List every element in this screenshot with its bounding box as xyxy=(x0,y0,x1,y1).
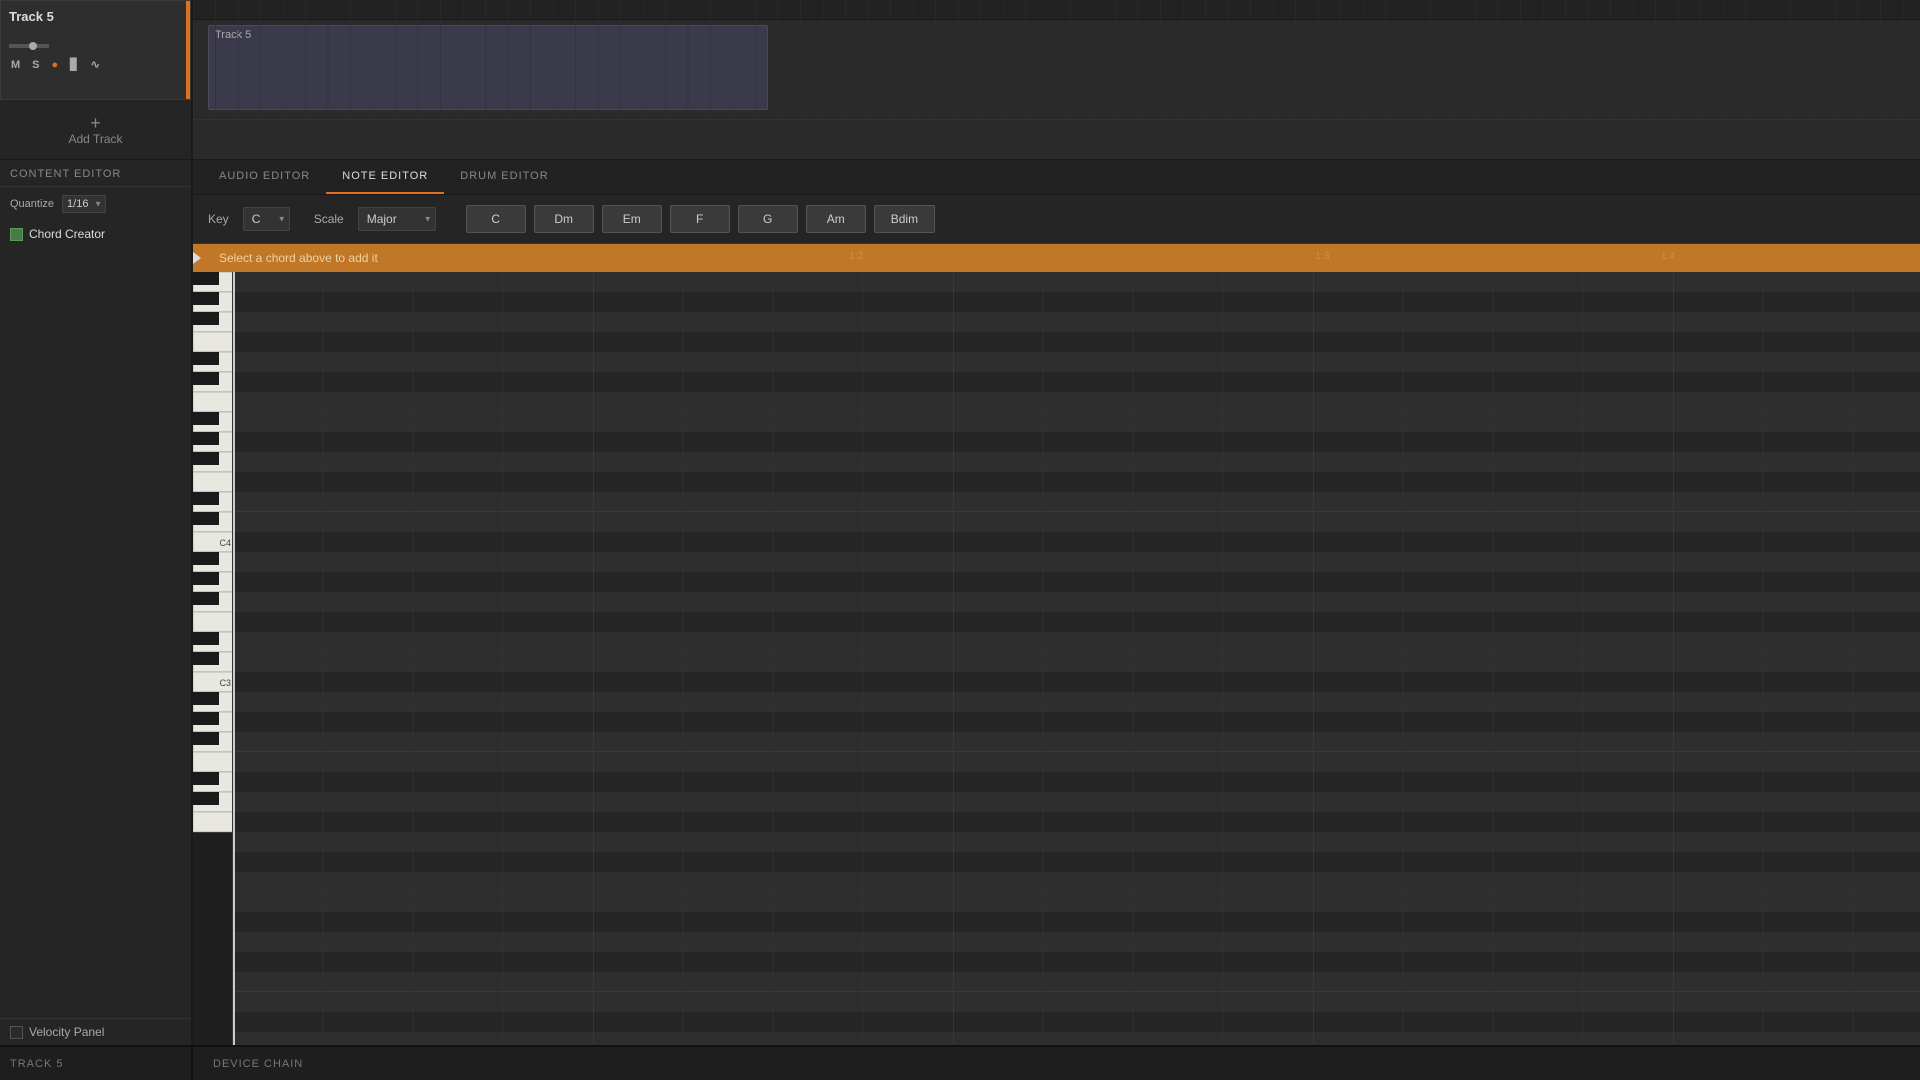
piano-roll-container: Select a chord above to add it 1:2 1:3 1… xyxy=(193,244,1920,1045)
sidebar-spacer xyxy=(0,247,191,1018)
scale-label: Scale xyxy=(314,212,344,226)
note-grid-svg xyxy=(233,272,1920,1045)
chord-instruction-bar: Select a chord above to add it 1:2 1:3 1… xyxy=(193,244,1920,272)
app-container: Track 5 M S ● ▊ ∿ + Add Track xyxy=(0,0,1920,1080)
svg-text:C4: C4 xyxy=(219,538,231,548)
track-clip[interactable]: Track 5 xyxy=(208,25,768,110)
tab-note-editor[interactable]: NOTE EDITOR xyxy=(326,160,444,194)
quantize-select[interactable]: 1/16 1/8 1/4 1/2 1 xyxy=(62,195,106,213)
bar-marker-1-4: 1:4 xyxy=(1661,251,1675,262)
top-area: Track 5 M S ● ▊ ∿ + Add Track xyxy=(0,0,1920,160)
track-lane: Track 5 xyxy=(193,20,1920,120)
add-track-icon: + xyxy=(90,114,101,132)
piano-keys-svg: // Not valid here - we'll use static SVG xyxy=(193,272,233,1045)
bottom-section-left: TRACK 5 xyxy=(0,1047,193,1080)
track-color-stripe xyxy=(186,1,190,99)
chord-buttons-group: C Dm Em F G Am Bdim xyxy=(466,205,935,233)
arrangement-ruler xyxy=(193,0,1920,20)
track-name: Track 5 xyxy=(9,9,182,24)
track-volume-knob[interactable] xyxy=(9,44,49,48)
tab-audio-editor[interactable]: AUDIO EDITOR xyxy=(203,160,326,194)
chord-btn-C[interactable]: C xyxy=(466,205,526,233)
velocity-panel-checkbox[interactable] xyxy=(10,1026,23,1039)
arrangement-tracks: Track 5 xyxy=(193,20,1920,159)
key-scale-chord-row: Key CC#DD# EFF#G G#AA#B ▼ Scale MajorMin… xyxy=(193,195,1920,244)
chord-creator-checkbox[interactable] xyxy=(10,228,23,241)
bars-button[interactable]: ▊ xyxy=(68,56,80,73)
bottom-bar: TRACK 5 DEVICE CHAIN xyxy=(0,1045,1920,1080)
chord-creator-label: Chord Creator xyxy=(29,227,105,241)
piano-keyboard: // Not valid here - we'll use static SVG xyxy=(193,272,233,1045)
quantize-row: Quantize 1/16 1/8 1/4 1/2 1 ▼ xyxy=(0,187,191,221)
track-list: Track 5 M S ● ▊ ∿ + Add Track xyxy=(0,0,193,159)
chord-btn-Em[interactable]: Em xyxy=(602,205,662,233)
content-editor-sidebar: CONTENT EDITOR Quantize 1/16 1/8 1/4 1/2… xyxy=(0,160,193,1045)
chord-creator-row: Chord Creator xyxy=(0,221,191,247)
content-editor-title: CONTENT EDITOR xyxy=(0,160,191,187)
mute-button[interactable]: M xyxy=(9,57,22,73)
chord-btn-Bdim[interactable]: Bdim xyxy=(874,205,935,233)
wave-button[interactable]: ∿ xyxy=(89,56,102,73)
scale-select-wrapper: MajorMinorDorianPhrygian ▼ xyxy=(358,207,436,231)
key-select[interactable]: CC#DD# EFF#G G#AA#B xyxy=(243,207,290,231)
scale-select[interactable]: MajorMinorDorianPhrygian xyxy=(358,207,436,231)
chord-btn-F[interactable]: F xyxy=(670,205,730,233)
tab-drum-editor[interactable]: DRUM EDITOR xyxy=(444,160,564,194)
chord-btn-Am[interactable]: Am xyxy=(806,205,866,233)
bar-marker-1-3: 1:3 xyxy=(1316,251,1330,262)
chord-btn-G[interactable]: G xyxy=(738,205,798,233)
arrangement-area: Track 5 xyxy=(193,0,1920,159)
svg-text:C3: C3 xyxy=(219,678,231,688)
velocity-panel-row: Velocity Panel xyxy=(0,1018,191,1045)
record-button[interactable]: ● xyxy=(50,57,61,73)
playhead-marker xyxy=(193,244,207,272)
chord-btn-Dm[interactable]: Dm xyxy=(534,205,594,233)
bottom-device-chain-label: DEVICE CHAIN xyxy=(213,1058,303,1070)
add-track-area[interactable]: + Add Track xyxy=(0,100,191,160)
bottom-section-right: DEVICE CHAIN xyxy=(193,1058,323,1070)
chord-instruction-text: Select a chord above to add it xyxy=(219,251,378,265)
key-select-wrapper: CC#DD# EFF#G G#AA#B ▼ xyxy=(243,207,290,231)
key-label: Key xyxy=(208,212,229,226)
quantize-select-wrapper: 1/16 1/8 1/4 1/2 1 ▼ xyxy=(62,195,106,213)
editor-tabs: AUDIO EDITOR NOTE EDITOR DRUM EDITOR xyxy=(193,160,1920,195)
note-grid[interactable] xyxy=(233,272,1920,1045)
solo-button[interactable]: S xyxy=(30,57,41,73)
track-controls: M S ● ▊ ∿ xyxy=(9,56,182,73)
bottom-track-label: TRACK 5 xyxy=(10,1058,63,1070)
note-editor-main: AUDIO EDITOR NOTE EDITOR DRUM EDITOR Key… xyxy=(193,160,1920,1045)
piano-roll-editor: // Not valid here - we'll use static SVG xyxy=(193,272,1920,1045)
velocity-panel-label: Velocity Panel xyxy=(29,1025,104,1039)
clip-title: Track 5 xyxy=(209,26,767,44)
playhead-triangle-icon xyxy=(193,252,201,264)
track-item: Track 5 M S ● ▊ ∿ xyxy=(0,0,191,100)
bar-marker-1-2: 1:2 xyxy=(849,251,863,262)
quantize-label: Quantize xyxy=(10,198,54,210)
add-track-label: Add Track xyxy=(68,132,122,146)
middle-area: CONTENT EDITOR Quantize 1/16 1/8 1/4 1/2… xyxy=(0,160,1920,1045)
